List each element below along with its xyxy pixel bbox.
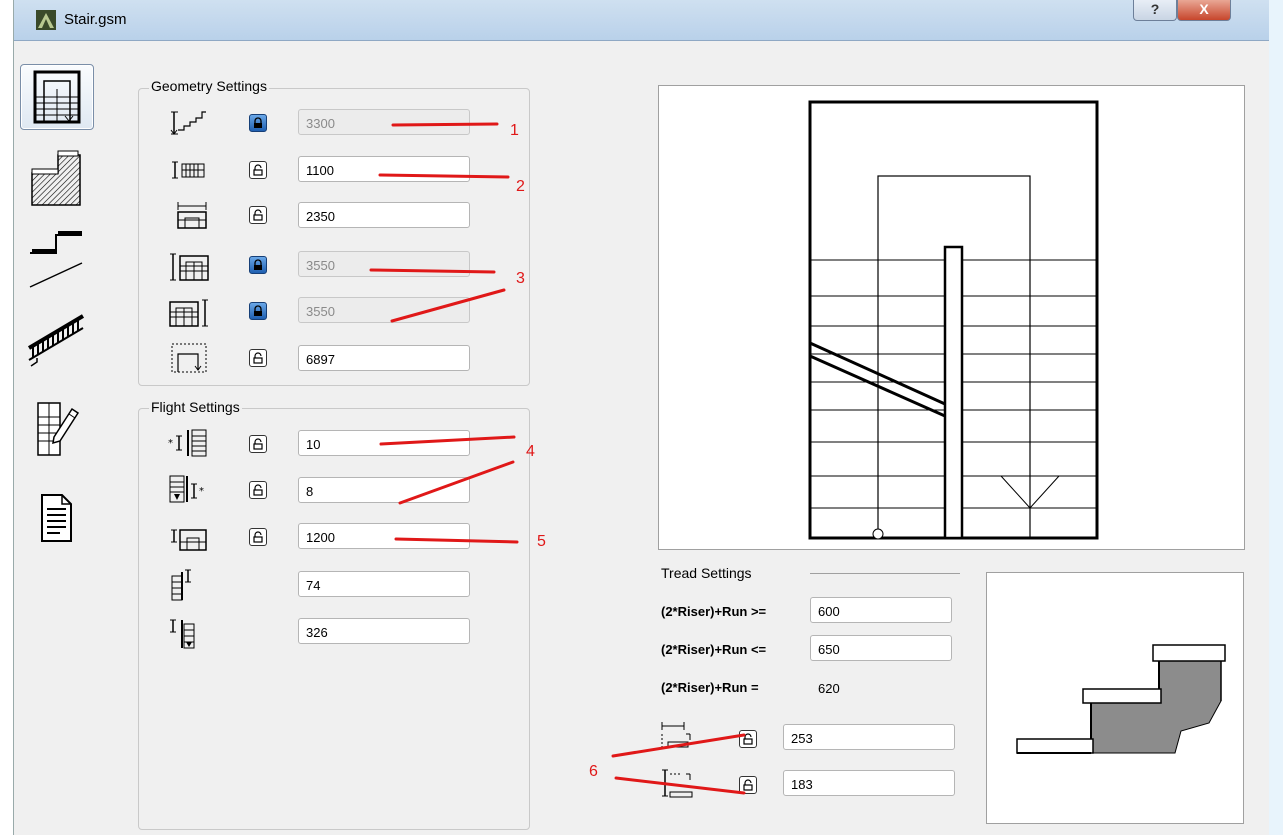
lock-open-icon: [253, 352, 263, 364]
lock-open-icon: [253, 484, 263, 496]
lock-open-icon: [253, 164, 263, 176]
lock-open-icon: [743, 733, 753, 745]
left-flight-length-field[interactable]: 3550: [298, 251, 470, 277]
tread-settings-title: Tread Settings: [659, 565, 754, 581]
riser-offset-bottom-icon: [170, 619, 195, 649]
window-title: Stair.gsm: [64, 11, 127, 28]
stair-plan-preview: [658, 85, 1245, 550]
lock-toggle-span[interactable]: [249, 206, 267, 224]
lock-toggle-left-flight[interactable]: [249, 256, 267, 274]
tread-current-value: 620: [818, 681, 840, 696]
tab-tread[interactable]: [20, 224, 92, 288]
tread-depth-icon: [661, 722, 691, 748]
walking-line-length-field[interactable]: 6897: [298, 345, 470, 371]
right-flight-length-icon: [169, 299, 208, 327]
landing-length-icon: [171, 529, 207, 551]
lock-toggle-tread-depth[interactable]: [739, 730, 757, 748]
tab-geometry[interactable]: [20, 64, 94, 130]
lock-toggle-width[interactable]: [249, 161, 267, 179]
second-flight-risers-field[interactable]: 8: [298, 477, 470, 503]
tab-railing[interactable]: [20, 306, 92, 370]
flight-settings-title: Flight Settings: [149, 399, 242, 415]
tread-settings-divider: [810, 573, 960, 574]
second-flight-risers-icon: *: [169, 475, 204, 503]
lock-open-icon: [253, 209, 263, 221]
riser-offset-top-field[interactable]: 74: [298, 571, 470, 597]
annotation-3: 3: [516, 270, 525, 287]
lock-toggle-first-flight[interactable]: [249, 435, 267, 453]
annotation-5: 5: [537, 533, 546, 550]
riser-offset-bottom-field[interactable]: 326: [298, 618, 470, 644]
tread-min-label: (2*Riser)+Run >=: [661, 604, 767, 619]
lock-toggle-walking-line[interactable]: [249, 349, 267, 367]
tab-structure[interactable]: [20, 144, 92, 208]
help-button[interactable]: ?: [1133, 0, 1177, 21]
annotation-1: 1: [510, 122, 519, 139]
tread-max-label: (2*Riser)+Run <=: [661, 642, 767, 657]
tread-current-label: (2*Riser)+Run =: [661, 680, 759, 695]
tread-max-field[interactable]: 650: [810, 635, 952, 661]
walking-line-length-icon: [171, 343, 207, 373]
stair-plan-drawing: [808, 100, 1099, 540]
document-icon: [41, 494, 72, 542]
tread-depth-field[interactable]: 253: [783, 724, 955, 750]
lock-toggle-riser-height[interactable]: [739, 776, 757, 794]
stair-railing-icon: [27, 314, 85, 367]
stair-width-field[interactable]: 1100: [298, 156, 470, 182]
right-flight-length-field[interactable]: 3550: [298, 297, 470, 323]
first-flight-risers-icon: *: [168, 429, 207, 457]
background-app-strip: [0, 0, 14, 835]
lock-toggle-right-flight[interactable]: [249, 302, 267, 320]
tab-symbol[interactable]: [20, 396, 92, 460]
lock-toggle-height[interactable]: [249, 114, 267, 132]
annotation-6: 6: [589, 763, 598, 780]
svg-text:*: *: [168, 438, 173, 449]
stair-tread-icon: [29, 231, 83, 288]
tab-listing[interactable]: [20, 486, 92, 550]
stair-span-icon: [177, 202, 207, 229]
left-flight-length-icon: [170, 253, 209, 281]
lock-closed-icon: [254, 305, 262, 316]
lock-closed-icon: [254, 259, 262, 270]
title-bar: Stair.gsm ? X: [14, 0, 1269, 41]
close-button[interactable]: X: [1177, 0, 1231, 21]
riser-height-field[interactable]: 183: [783, 770, 955, 796]
stair-width-icon: [172, 161, 205, 179]
riser-offset-top-icon: [171, 569, 191, 601]
geometry-settings-title: Geometry Settings: [149, 78, 269, 94]
background-app-strip-right: [1268, 0, 1283, 835]
tread-section-drawing: [1016, 644, 1226, 754]
annotation-2: 2: [516, 178, 525, 195]
lock-toggle-landing[interactable]: [249, 528, 267, 546]
lock-open-icon: [743, 779, 753, 791]
lock-toggle-second-flight[interactable]: [249, 481, 267, 499]
landing-length-field[interactable]: 1200: [298, 523, 470, 549]
lock-closed-icon: [254, 117, 262, 128]
tread-min-field[interactable]: 600: [810, 597, 952, 623]
lock-open-icon: [253, 531, 263, 543]
stair-structure-icon: [31, 150, 81, 206]
stair-plan-icon: [33, 70, 81, 124]
stair-height-field[interactable]: 3300: [298, 109, 470, 135]
symbol-pencil-icon: [37, 402, 80, 456]
tread-section-preview: [986, 572, 1244, 824]
riser-height-icon: [662, 769, 693, 798]
stair-span-field[interactable]: 2350: [298, 202, 470, 228]
annotation-4: 4: [526, 443, 535, 460]
svg-text:*: *: [199, 486, 204, 497]
archicad-icon: [36, 10, 56, 30]
lock-open-icon: [253, 438, 263, 450]
first-flight-risers-field[interactable]: 10: [298, 430, 470, 456]
stair-height-icon: [170, 111, 206, 135]
